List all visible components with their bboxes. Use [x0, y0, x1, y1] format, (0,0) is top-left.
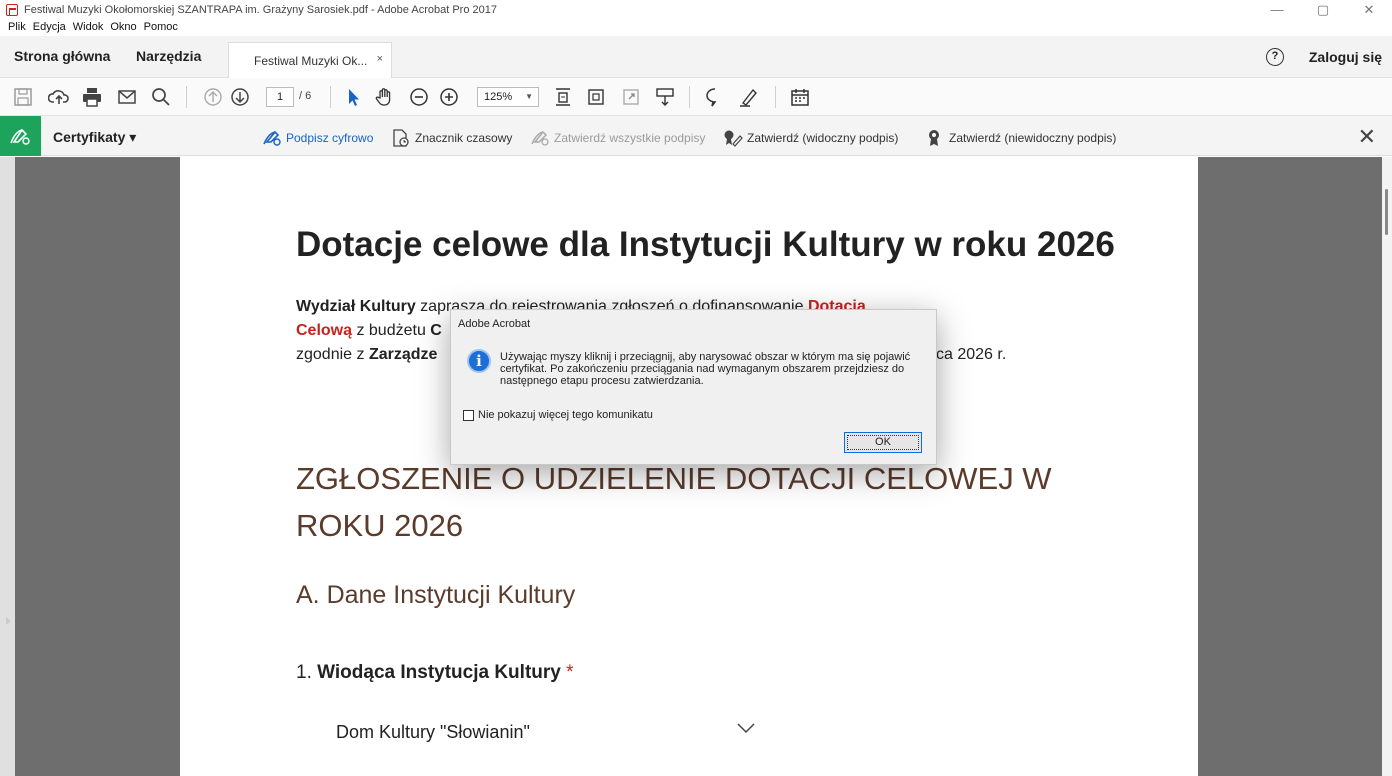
checkbox-label: Nie pokazuj więcej tego komunikatu	[478, 409, 653, 421]
form-subsection-title: A. Dane Instytucji Kultury	[296, 581, 576, 609]
close-tool-icon[interactable]: ✕	[1358, 124, 1376, 150]
close-window-button[interactable]: ✕	[1346, 0, 1392, 20]
tab-tools[interactable]: Narzędzia	[136, 48, 201, 64]
info-icon: i	[467, 349, 491, 373]
form-section-title: ZGŁOSZENIE O UDZIELENIE DOTACJI CELOWEJ …	[296, 461, 1052, 543]
question-number: 1.	[296, 662, 318, 683]
certificates-tool-badge	[0, 116, 41, 156]
required-marker: *	[560, 662, 574, 683]
dialog-title: Adobe Acrobat	[458, 318, 531, 330]
upload-cloud-icon[interactable]	[47, 86, 70, 108]
document-viewport[interactable]: Dotacje celowe dla Instytucji Kultury w …	[0, 157, 1392, 776]
title-bar: Festiwal Muzyki Okołomorskiej SZANTRAPA …	[0, 0, 1392, 20]
zoom-in-icon[interactable]	[438, 86, 460, 108]
pdf-page[interactable]: Dotacje celowe dla Instytucji Kultury w …	[180, 157, 1198, 776]
validate-all-label: Zatwierdź wszystkie podpisy	[554, 131, 706, 145]
sign-digitally-button[interactable]: Podpisz cyfrowo	[262, 129, 373, 147]
menu-item-help[interactable]: Pomoc	[144, 20, 178, 36]
digital-signature-icon	[262, 129, 282, 147]
calendar-tools-icon[interactable]	[789, 86, 811, 108]
certify-visible-button[interactable]: Zatwierdź (widoczny podpis)	[723, 129, 898, 147]
certify-invisible-label: Zatwierdź (niewidoczny podpis)	[949, 131, 1117, 145]
tab-document-label: Festiwal Muzyki Ok...	[254, 54, 368, 68]
adobe-acrobat-dialog: Adobe Acrobat i Używając myszy kliknij i…	[450, 309, 937, 465]
menu-bar: Plik Edycja Widok Okno Pomoc	[0, 20, 178, 36]
chevron-down-icon[interactable]	[736, 721, 756, 735]
hand-icon[interactable]	[374, 86, 396, 108]
rotate-icon[interactable]	[585, 86, 607, 108]
search-icon[interactable]	[150, 86, 172, 108]
timestamp-document-icon	[391, 129, 411, 147]
tab-close-icon[interactable]: ×	[377, 53, 383, 65]
signature-pen-icon	[10, 128, 30, 145]
highlight-pen-icon[interactable]	[738, 86, 760, 108]
zoom-select[interactable]: 125% ▼	[477, 87, 539, 107]
toolbar-divider	[186, 86, 187, 108]
maximize-button[interactable]: ▢	[1300, 0, 1346, 20]
sign-digitally-label: Podpisz cyfrowo	[286, 131, 374, 145]
acrobat-app-icon	[6, 4, 18, 16]
intro-highlight: Celową	[296, 322, 353, 339]
timestamp-label: Znacznik czasowy	[415, 131, 513, 145]
tab-document[interactable]: Festiwal Muzyki Ok... ×	[228, 42, 392, 78]
main-toolbar: 1 / 6 125% ▼	[0, 78, 1392, 116]
fullscreen-icon[interactable]	[620, 86, 642, 108]
dont-show-again-checkbox[interactable]: Nie pokazuj więcej tego komunikatu	[463, 409, 653, 421]
help-icon[interactable]: ?	[1266, 48, 1284, 66]
tab-home[interactable]: Strona główna	[14, 48, 110, 64]
menu-item-window[interactable]: Okno	[110, 20, 136, 36]
print-icon[interactable]	[81, 86, 103, 108]
institution-dropdown-value[interactable]: Dom Kultury "Słowianin"	[336, 722, 530, 743]
intro-bold: C	[430, 322, 442, 339]
intro-text: z budżetu	[352, 322, 431, 339]
intro-bold-department: Wydział Kultury	[296, 298, 416, 315]
page-number-input[interactable]: 1	[266, 87, 294, 107]
scrollbar-thumb[interactable]	[1385, 189, 1388, 235]
expand-panel-arrow-icon[interactable]	[6, 617, 11, 625]
login-link[interactable]: Zaloguj się	[1309, 49, 1382, 65]
menu-item-file[interactable]: Plik	[8, 20, 26, 36]
email-icon[interactable]	[116, 86, 138, 108]
dialog-message: Używając myszy kliknij i przeciągnij, ab…	[500, 351, 911, 387]
window-controls: — ▢ ✕	[1254, 0, 1392, 20]
certificates-toolbar: Certyfikaty ▾ Podpisz cyfrowo Znacznik c…	[0, 116, 1392, 156]
menu-item-edit[interactable]: Edycja	[33, 20, 66, 36]
toolbar-divider	[689, 86, 690, 108]
page-count: / 6	[299, 90, 312, 102]
fit-page-icon[interactable]	[552, 86, 574, 108]
question-text: Wiodąca Instytucja Kultury	[317, 662, 561, 683]
validate-all-button[interactable]: Zatwierdź wszystkie podpisy	[530, 129, 705, 147]
validate-signatures-icon	[530, 129, 550, 147]
comment-icon[interactable]	[704, 86, 726, 108]
certificate-ribbon-icon	[925, 129, 945, 147]
window-title: Festiwal Muzyki Okołomorskiej SZANTRAPA …	[24, 4, 497, 16]
menu-item-view[interactable]: Widok	[73, 20, 104, 36]
checkbox-box[interactable]	[463, 409, 474, 421]
document-title: Dotacje celowe dla Instytucji Kultury w …	[296, 225, 1115, 264]
scroll-mode-icon[interactable]	[654, 86, 676, 108]
select-arrow-icon[interactable]	[342, 86, 364, 108]
intro-bold: Zarządze	[368, 346, 438, 363]
question-label: 1. Wiodąca Instytucja Kultury *	[296, 662, 574, 684]
zoom-value: 125%	[484, 91, 513, 103]
page-down-icon[interactable]	[229, 86, 251, 108]
nav-tabs-row: Strona główna Narzędzia Festiwal Muzyki …	[0, 36, 1392, 78]
certify-visible-icon	[723, 129, 743, 147]
vertical-scrollbar[interactable]	[1382, 157, 1392, 776]
intro-text: zgodnie z	[296, 346, 369, 363]
page-up-icon[interactable]	[202, 86, 224, 108]
certificates-menu[interactable]: Certyfikaty ▾	[53, 129, 136, 146]
minimize-button[interactable]: —	[1254, 0, 1300, 20]
timestamp-button[interactable]: Znacznik czasowy	[391, 129, 512, 147]
intro-date-tail: ca 2026 r.	[936, 346, 1007, 363]
ok-button[interactable]: OK	[844, 432, 922, 453]
certify-visible-label: Zatwierdź (widoczny podpis)	[747, 131, 899, 145]
certify-invisible-button[interactable]: Zatwierdź (niewidoczny podpis)	[925, 129, 1116, 147]
toolbar-divider	[330, 86, 331, 108]
zoom-out-icon[interactable]	[408, 86, 430, 108]
save-icon[interactable]	[12, 86, 34, 108]
chevron-down-icon: ▼	[525, 92, 533, 101]
left-panel-collapsed[interactable]	[0, 157, 15, 776]
toolbar-divider	[775, 86, 776, 108]
